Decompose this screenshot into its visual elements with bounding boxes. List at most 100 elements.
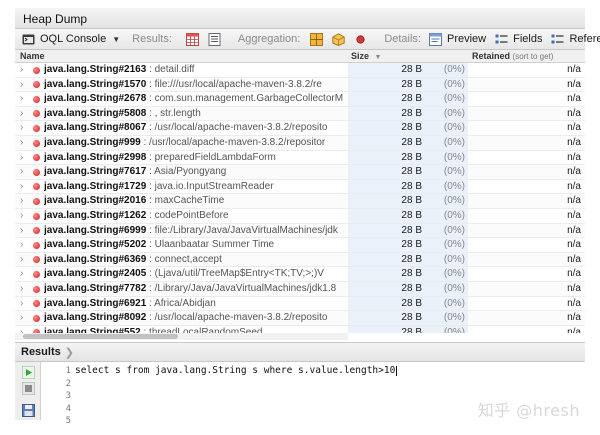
expand-chevron-icon[interactable]: › [20,137,23,148]
instance-icon [33,227,40,234]
expand-chevron-icon[interactable]: › [20,283,23,294]
table-row[interactable]: ›java.lang.String#552 : threadLocalRando… [15,326,585,333]
expand-chevron-icon[interactable]: › [20,122,23,133]
horizontal-scrollbar[interactable] [15,333,348,340]
expand-chevron-icon[interactable]: › [20,239,23,250]
instance-name: java.lang.String#1570 [44,79,146,90]
table-row[interactable]: ›java.lang.String#2163 : detail.diff28 B… [15,63,585,78]
column-header-size[interactable]: Size ▼ [351,51,381,61]
size-percent: (0%) [444,239,465,250]
class-aggregation-icon[interactable] [310,33,323,46]
size-value: 28 B [401,181,422,192]
instance-value: : Asia/Pyongyang [149,166,226,177]
size-value: 28 B [401,254,422,265]
instance-icon [33,110,40,117]
retained-value: n/a [567,239,581,250]
table-view-icon[interactable] [186,33,199,46]
expand-chevron-icon[interactable]: › [20,93,23,104]
table-row[interactable]: › java.lang.String#1262 : codePointBefore… [15,209,585,224]
scrollbar-thumb[interactable] [23,334,178,339]
size-cell: 28 B(0%) [348,267,468,281]
instance-name-cell: java.lang.String#1262 : codePointBefore [44,210,347,221]
expand-chevron-icon[interactable]: › [20,181,23,192]
table-row[interactable]: ›java.lang.String#7782 : /Library/Java/J… [15,282,585,297]
size-percent: (0%) [444,108,465,119]
instance-value: : codePointBefore [149,210,229,221]
table-row[interactable]: ›java.lang.String#2405 : (Ljava/util/Tre… [15,267,585,282]
package-aggregation-icon[interactable] [332,33,345,46]
instance-aggregation-icon[interactable] [354,33,367,46]
retained-value: n/a [567,79,581,90]
instance-icon [33,81,40,88]
expand-chevron-icon[interactable]: › [20,166,23,177]
retained-value: n/a [567,137,581,148]
expand-chevron-icon[interactable]: › [20,298,23,309]
table-row[interactable]: ›java.lang.String#8067 : /usr/local/apac… [15,121,585,136]
instance-icon [33,67,40,74]
size-value: 28 B [401,93,422,104]
table-row[interactable]: ›java.lang.String#6369 : connect,accept2… [15,253,585,268]
table-row[interactable]: ›java.lang.String#6921 : Africa/Abidjan2… [15,297,585,312]
table-row[interactable]: ›java.lang.String#2678 : com.sun.managem… [15,92,585,107]
expand-chevron-icon[interactable]: › [20,312,23,323]
column-header-retained[interactable]: Retained (sort to get) [472,51,553,61]
size-value: 28 B [401,64,422,75]
size-percent: (0%) [444,298,465,309]
fields-toggle[interactable]: Fields [495,29,542,49]
size-value: 28 B [401,137,422,148]
size-value: 28 B [401,210,422,221]
table-row[interactable]: ›java.lang.String#1729 : java.io.InputSt… [15,180,585,195]
size-value: 28 B [401,79,422,90]
query-text[interactable]: select s from java.lang.String s where s… [75,365,397,378]
table-row[interactable]: ›java.lang.String#2016 : maxCacheTime28 … [15,194,585,209]
editor-toolbar [15,362,41,420]
sort-descending-icon: ▼ [375,54,382,61]
expand-chevron-icon[interactable]: › [20,79,23,90]
size-cell: 28 B(0%) [348,136,468,150]
instance-value: : connect,accept [149,254,222,265]
expand-chevron-icon[interactable]: › [20,268,23,279]
size-percent: (0%) [444,152,465,163]
expand-chevron-icon[interactable]: › [20,195,23,206]
stop-query-button[interactable] [22,382,35,395]
preview-icon [429,33,442,46]
table-row[interactable]: ›java.lang.String#999 : /usr/local/apach… [15,136,585,151]
expand-chevron-icon[interactable]: › [20,210,23,221]
instance-name: java.lang.String#2998 [44,152,146,163]
table-row[interactable]: ›java.lang.String#2998 : preparedFieldLa… [15,151,585,166]
expand-chevron-icon[interactable]: › [20,225,23,236]
size-value: 28 B [401,312,422,323]
instance-value: : maxCacheTime [149,195,224,206]
instance-icon [33,300,40,307]
size-cell: 28 B(0%) [348,92,468,106]
instance-value: : , str.length [149,108,201,119]
expand-chevron-icon[interactable]: › [20,108,23,119]
table-row[interactable]: ›java.lang.String#7617 : Asia/Pyongyang2… [15,165,585,180]
table-row[interactable]: ›java.lang.String#6999 : file:/Library/J… [15,224,585,239]
chevron-right-icon[interactable]: ❯ [65,346,74,359]
size-cell: 28 B(0%) [348,107,468,121]
column-header-name[interactable]: Name [20,51,45,61]
instance-value: : Africa/Abidjan [149,298,216,309]
references-toggle[interactable]: References [551,29,600,49]
results-title: Results [21,346,61,358]
instance-name-cell: java.lang.String#1570 : file:///usr/loca… [44,79,347,90]
instance-name: java.lang.String#999 [44,137,141,148]
save-script-icon[interactable] [22,404,35,417]
expand-chevron-icon[interactable]: › [20,64,23,75]
size-percent: (0%) [444,283,465,294]
text-view-icon[interactable] [208,33,221,46]
instance-name-cell: java.lang.String#5202 : Ulaanbaatar Summ… [44,239,347,250]
table-row[interactable]: › java.lang.String#5202 : Ulaanbaatar Sum… [15,238,585,253]
expand-chevron-icon[interactable]: › [20,152,23,163]
instance-name: java.lang.String#2163 [44,64,146,75]
run-query-button[interactable] [22,366,35,379]
expand-chevron-icon[interactable]: › [20,254,23,265]
toolbar: OQL Console ▼ Results: Aggregation: Deta… [15,29,585,50]
table-row[interactable]: ›java.lang.String#8092 : /usr/local/apac… [15,311,585,326]
preview-toggle[interactable]: Preview [429,29,486,49]
size-cell: 28 B(0%) [348,209,468,223]
table-row[interactable]: ›java.lang.String#5808 : , str.length28 … [15,107,585,122]
oql-console-dropdown[interactable]: OQL Console ▼ [22,29,120,49]
table-row[interactable]: › java.lang.String#1570 : file:///usr/loc… [15,78,585,93]
